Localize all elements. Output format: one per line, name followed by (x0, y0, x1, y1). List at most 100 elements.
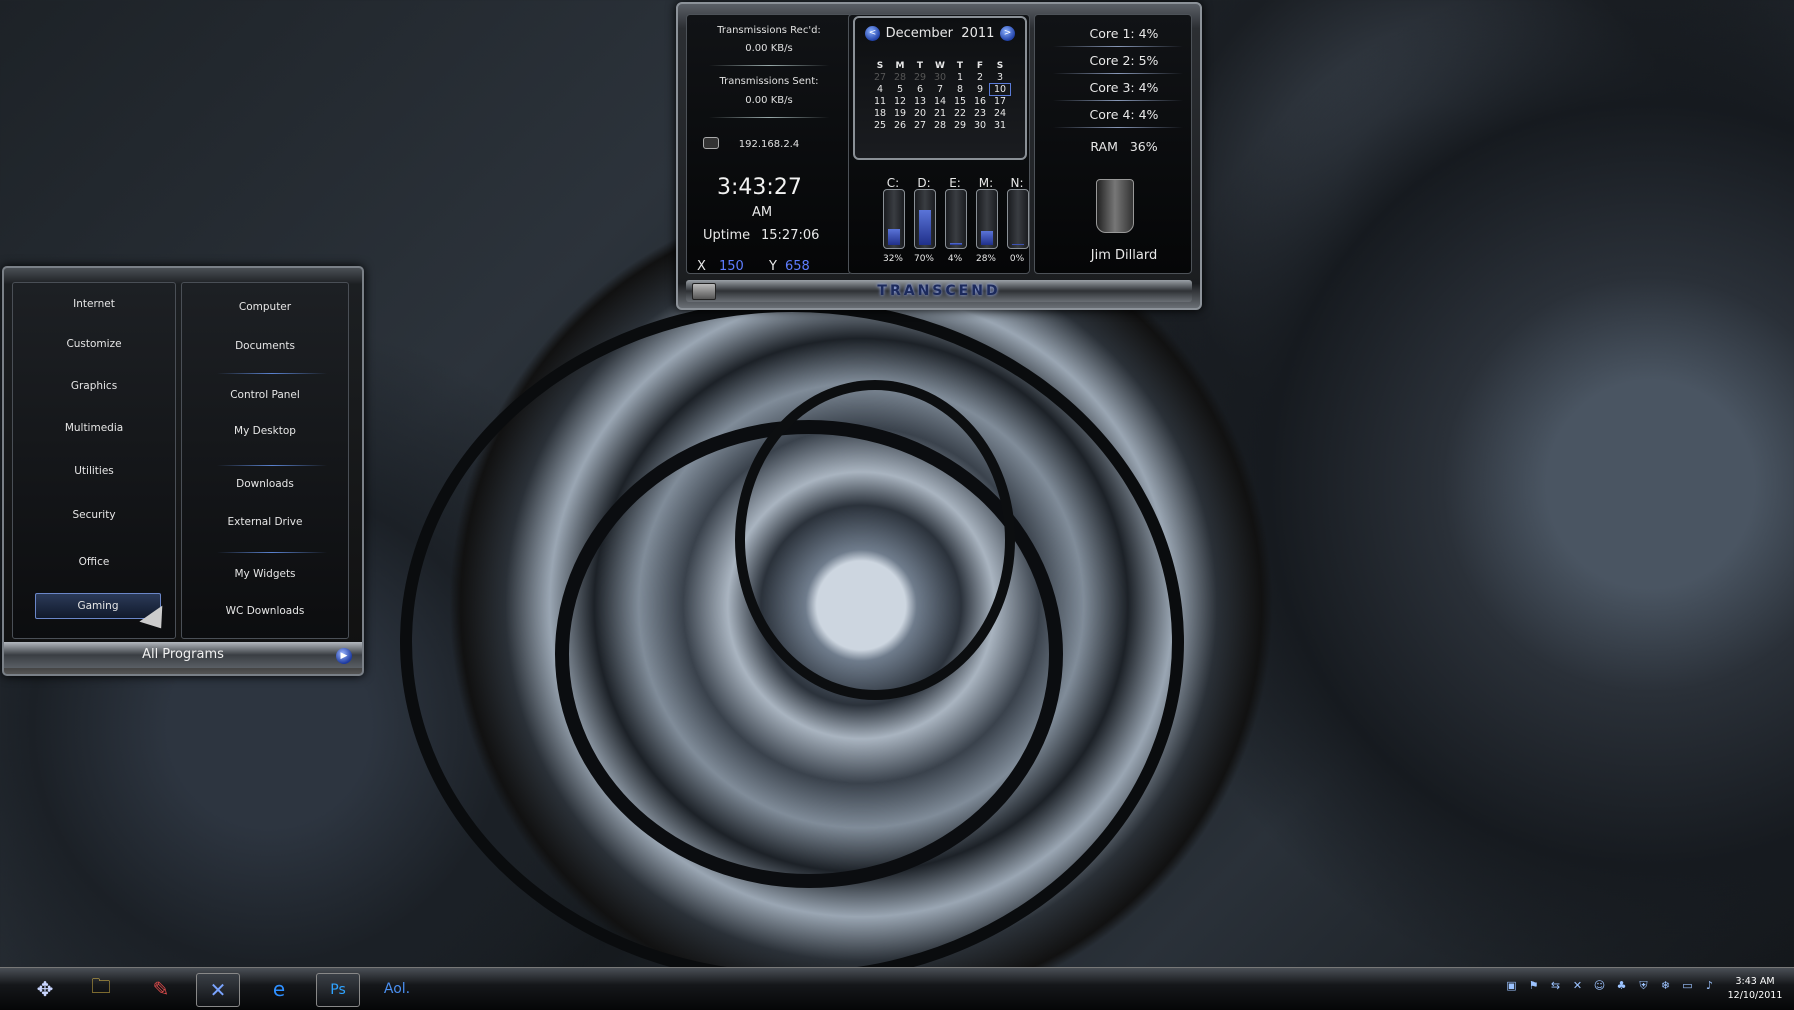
taskbar-date: 12/10/2011 (1727, 990, 1783, 1001)
calendar-day[interactable]: 2 (970, 72, 990, 83)
calendar-day[interactable]: 1 (950, 72, 970, 83)
folder-icon[interactable]: 🗀 (80, 973, 122, 1005)
menu-item-graphics[interactable]: Graphics (13, 380, 175, 392)
wallpaper-ring-inner (735, 380, 1015, 700)
menu-item-office[interactable]: Office (13, 556, 175, 568)
menu-item-customize[interactable]: Customize (13, 338, 175, 350)
drive-label: E: (949, 176, 961, 190)
menu-item-utilities[interactable]: Utilities (13, 465, 175, 477)
calendar-day[interactable]: 31 (990, 120, 1010, 131)
calendar-dow: W (935, 61, 945, 71)
all-programs-arrow-icon[interactable]: ▶ (336, 648, 352, 664)
menu-item-computer[interactable]: Computer (182, 301, 348, 313)
drive-meter (945, 189, 967, 249)
calendar-next-button[interactable]: > (1000, 26, 1015, 41)
calendar-day[interactable]: 22 (950, 108, 970, 119)
calendar-day[interactable]: 16 (970, 96, 990, 107)
calendar-day[interactable]: 26 (890, 120, 910, 131)
menu-item-security[interactable]: Security (13, 509, 175, 521)
arrows-icon[interactable]: ⇆ (1547, 979, 1564, 993)
paint-icon[interactable]: ✎ (140, 973, 182, 1005)
calendar-day[interactable]: 27 (870, 72, 890, 83)
calendar-day[interactable]: 27 (910, 120, 930, 131)
flag-icon[interactable]: ⚑ (1525, 979, 1542, 993)
snowflake-icon[interactable]: ❄ (1657, 979, 1674, 993)
calendar-day[interactable]: 19 (890, 108, 910, 119)
mouse-x-value: 150 (719, 259, 744, 274)
recycle-bin-icon[interactable] (1096, 179, 1134, 233)
calendar-day[interactable]: 17 (990, 96, 1010, 107)
calendar-day[interactable]: 20 (910, 108, 930, 119)
internet-explorer-icon[interactable]: e (258, 973, 300, 1005)
calendar-day[interactable]: 10 (989, 83, 1011, 96)
calendar-day[interactable]: 29 (950, 120, 970, 131)
divider (1053, 100, 1183, 101)
calendar-day[interactable]: 6 (910, 84, 930, 95)
calendar-day[interactable]: 13 (910, 96, 930, 107)
category-column: Internet Customize Graphics Multimedia Utili… (12, 282, 176, 639)
calendar-day[interactable]: 14 (930, 96, 950, 107)
calendar-day[interactable]: 7 (930, 84, 950, 95)
calendar-day[interactable]: 11 (870, 96, 890, 107)
calendar-day[interactable]: 3 (990, 72, 1010, 83)
start-orb-icon[interactable]: ✥ (24, 973, 66, 1005)
display-icon[interactable]: ▭ (1679, 979, 1696, 993)
core-usage: Core 1: 4% (1074, 26, 1174, 41)
shield-icon[interactable]: ⛨ (1635, 979, 1652, 993)
net-sent-value: 0.00 KB/s (745, 95, 793, 106)
divider (1053, 127, 1183, 128)
aol-icon[interactable]: Aol. (376, 973, 418, 1005)
menu-item-internet[interactable]: Internet (13, 298, 175, 310)
menu-item-external-drive[interactable]: External Drive (182, 516, 348, 528)
calendar-day[interactable]: 8 (950, 84, 970, 95)
calendar-day[interactable]: 28 (890, 72, 910, 83)
menu-item-my-widgets[interactable]: My Widgets (182, 568, 348, 580)
calendar-day[interactable]: 23 (970, 108, 990, 119)
calendar-day[interactable]: 9 (970, 84, 990, 95)
green-icon[interactable]: ♣ (1613, 979, 1630, 993)
calendar-day[interactable]: 30 (970, 120, 990, 131)
drive-percent: 32% (882, 254, 903, 264)
calendar-day[interactable]: 5 (890, 84, 910, 95)
mouse-y-label: Y (769, 259, 777, 274)
calendar-day[interactable]: 21 (930, 108, 950, 119)
calendar-dow: F (976, 61, 984, 71)
menu-item-control-panel[interactable]: Control Panel (182, 389, 348, 401)
calendar-day[interactable]: 25 (870, 120, 890, 131)
calendar-year: 2011 (961, 26, 995, 41)
drive-meter (976, 189, 998, 249)
menu-item-documents[interactable]: Documents (182, 340, 348, 352)
core-label: Core 2: (1089, 53, 1135, 68)
calendar-day[interactable]: 29 (910, 72, 930, 83)
menu-item-gaming[interactable]: Gaming (35, 593, 161, 619)
x-icon[interactable]: ✕ (1569, 979, 1586, 993)
smiley-icon[interactable]: ☺ (1591, 979, 1608, 993)
calendar-month: December (885, 26, 954, 41)
menu-item-wc-downloads[interactable]: WC Downloads (182, 605, 348, 617)
drive-percent: 28% (975, 254, 996, 264)
calendar-day[interactable]: 24 (990, 108, 1010, 119)
drive-meter (883, 189, 905, 249)
places-column: Computer Documents Control Panel My Desktop… (181, 282, 349, 639)
core-usage: Core 2: 5% (1074, 53, 1174, 68)
menu-item-my-desktop[interactable]: My Desktop (182, 425, 348, 437)
calendar-day[interactable]: 28 (930, 120, 950, 131)
menu-item-downloads[interactable]: Downloads (182, 478, 348, 490)
network-icon[interactable]: ▣ (1503, 979, 1520, 993)
calendar-day[interactable]: 4 (870, 84, 890, 95)
calendar-day[interactable]: 12 (890, 96, 910, 107)
menu-item-multimedia[interactable]: Multimedia (13, 422, 175, 434)
calendar-grid: S M T W T F S 27 28 29 30 1 2 3 4 5 6 7 8 9 10 11 12 13 14 15 16 17… (870, 61, 1011, 131)
photoshop-icon[interactable]: Ps (316, 973, 360, 1007)
taskbar-clock[interactable]: 3:43 AM 12/10/2011 (1722, 975, 1788, 1003)
calendar-day[interactable]: 18 (870, 108, 890, 119)
volume-icon[interactable]: ♪ (1701, 979, 1718, 993)
transcend-gadget[interactable]: Transmissions Rec'd: 0.00 KB/s Transmiss… (676, 2, 1202, 310)
gadget-footer: TRANSCEND (686, 280, 1192, 302)
tools-icon[interactable]: ✕ (196, 973, 240, 1007)
drive-meter-fill (981, 231, 993, 245)
calendar-day[interactable]: 30 (930, 72, 950, 83)
net-recv-value: 0.00 KB/s (745, 43, 793, 54)
calendar-day[interactable]: 15 (950, 96, 970, 107)
all-programs-button[interactable]: All Programs (4, 642, 362, 668)
